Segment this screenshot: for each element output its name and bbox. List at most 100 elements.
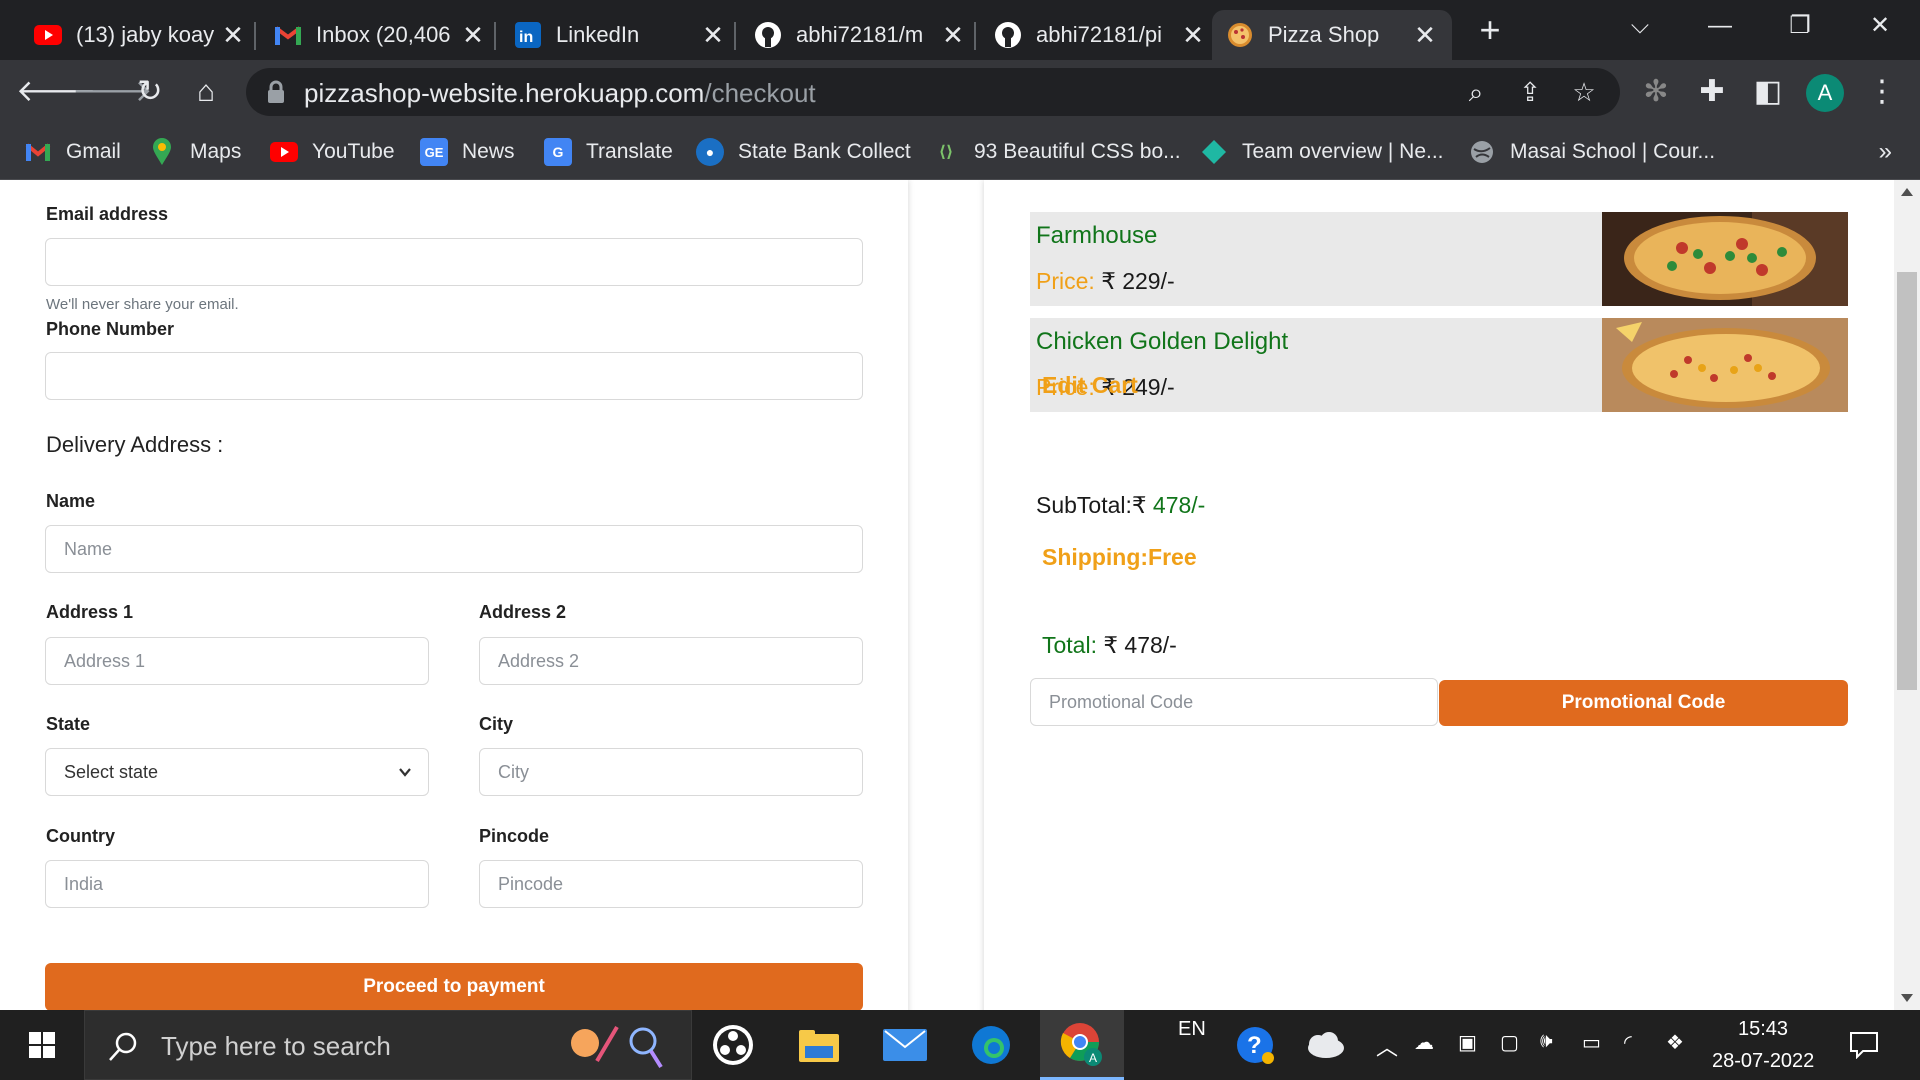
address1-field[interactable]: [45, 637, 429, 685]
mail-app-icon[interactable]: [870, 1010, 940, 1080]
dropbox-icon[interactable]: ❖: [1666, 1030, 1684, 1055]
language-indicator[interactable]: EN: [1178, 1018, 1206, 1041]
bookmark-translate[interactable]: G Translate: [544, 134, 673, 170]
total-row: Total: ₹ 478/-: [1042, 632, 1177, 659]
wifi-icon[interactable]: ◜: [1624, 1030, 1632, 1055]
promo-code-input[interactable]: [1030, 678, 1438, 726]
tab-gmail[interactable]: Inbox (20,406 ✕: [260, 10, 500, 60]
promo-code-button[interactable]: Promotional Code: [1439, 680, 1848, 726]
windows-taskbar: Type here to search A EN ? ︿ ☁ ▣ ▢ 🕪 ▭ ◜…: [0, 1010, 1920, 1080]
state-selected-value: Select state: [64, 761, 159, 782]
shipping-text: Shipping:Free: [1042, 544, 1197, 570]
maps-icon: [148, 138, 176, 166]
side-panel-icon[interactable]: ◧: [1746, 70, 1790, 114]
edge-browser-icon[interactable]: [956, 1010, 1026, 1080]
page-viewport: Email address We'll never share your ema…: [0, 180, 1920, 1010]
onedrive-tray-icon[interactable]: ☁: [1414, 1030, 1434, 1055]
tab-search-icon[interactable]: ⌵: [1610, 4, 1670, 48]
scrollbar-thumb[interactable]: [1897, 272, 1917, 690]
share-icon[interactable]: ⇪: [1510, 72, 1550, 112]
address-bar[interactable]: pizzashop-website.herokuapp.com/checkout…: [246, 68, 1620, 116]
tab-title: LinkedIn: [556, 22, 640, 47]
help-icon[interactable]: ?: [1230, 1010, 1280, 1080]
close-icon[interactable]: ✕: [940, 20, 966, 51]
chrome-taskbar-icon[interactable]: A: [1040, 1010, 1124, 1080]
bookmark-state-bank-collect[interactable]: ● State Bank Collect: [696, 134, 911, 170]
battery-icon[interactable]: ▭: [1582, 1030, 1601, 1055]
city-field[interactable]: [479, 748, 863, 796]
github-icon: [754, 21, 782, 49]
tray-overflow-chevron-icon[interactable]: ︿: [1376, 1030, 1398, 1062]
total-label: Total:: [1042, 632, 1097, 658]
profile-avatar[interactable]: A: [1806, 74, 1844, 112]
menu-kebab-icon[interactable]: ⋮: [1860, 70, 1904, 114]
windows-start-icon[interactable]: [0, 1010, 84, 1080]
github-icon: [994, 21, 1022, 49]
tab-title: Pizza Shop: [1268, 22, 1380, 47]
meet-now-icon[interactable]: ▣: [1458, 1030, 1477, 1055]
address1-label: Address 1: [46, 602, 134, 622]
pizza-icon: [1226, 21, 1254, 49]
close-icon[interactable]: ✕: [1412, 20, 1438, 51]
country-field[interactable]: [45, 860, 429, 908]
zoom-icon[interactable]: ⌕: [1456, 72, 1496, 112]
phone-field[interactable]: [45, 352, 863, 400]
proceed-to-payment-button[interactable]: Proceed to payment: [45, 963, 863, 1010]
bookmark-team-overview[interactable]: Team overview | Ne...: [1200, 134, 1444, 170]
globe-icon: [1468, 138, 1496, 166]
bookmark-label: News: [462, 140, 515, 163]
bookmark-gmail[interactable]: Gmail: [24, 134, 121, 170]
volume-icon[interactable]: 🕪: [1540, 1030, 1553, 1053]
scroll-up-arrow-icon[interactable]: [1901, 188, 1913, 196]
bookmarks-overflow-chevron-icon[interactable]: »: [1879, 138, 1892, 166]
minimize-button[interactable]: —: [1690, 4, 1750, 48]
file-explorer-icon[interactable]: [784, 1010, 854, 1080]
forward-button[interactable]: 🡒: [72, 70, 152, 114]
back-button[interactable]: 🡐: [16, 70, 96, 114]
close-window-button[interactable]: ✕: [1850, 4, 1910, 48]
taskbar-clock-time[interactable]: 15:43: [1738, 1018, 1788, 1041]
new-tab-button[interactable]: +: [1470, 10, 1510, 50]
close-icon[interactable]: ✕: [460, 20, 486, 51]
onedrive-cloud-icon[interactable]: [1296, 1010, 1352, 1080]
reload-button[interactable]: ↻: [128, 70, 172, 114]
tab-linkedin[interactable]: in LinkedIn ✕: [500, 10, 740, 60]
obs-app-icon[interactable]: [698, 1010, 768, 1080]
tab-github-2[interactable]: abhi72181/pi ✕: [980, 10, 1220, 60]
bookmark-star-icon[interactable]: ☆: [1564, 72, 1604, 112]
address2-field[interactable]: [479, 637, 863, 685]
restore-button[interactable]: ❐: [1770, 4, 1830, 48]
diamond-icon: [1200, 138, 1228, 166]
tab-title: Inbox (20,406: [316, 22, 451, 47]
edit-cart-link[interactable]: Edit Cart: [1042, 372, 1138, 399]
close-icon[interactable]: ✕: [700, 20, 726, 51]
bookmark-youtube[interactable]: YouTube: [270, 134, 395, 170]
extension-bug-icon[interactable]: ✻: [1634, 70, 1678, 114]
checkout-form-panel: Email address We'll never share your ema…: [0, 180, 908, 1010]
youtube-icon: [270, 138, 298, 166]
close-icon[interactable]: ✕: [1180, 20, 1206, 51]
display-icon[interactable]: ▢: [1500, 1030, 1519, 1055]
page-scrollbar[interactable]: [1894, 180, 1920, 1010]
close-icon[interactable]: ✕: [220, 20, 246, 51]
tab-youtube[interactable]: (13) jaby koay ✕: [20, 10, 260, 60]
bookmark-label: Team overview | Ne...: [1242, 140, 1444, 163]
bookmark-maps[interactable]: Maps: [148, 134, 241, 170]
pincode-field[interactable]: [479, 860, 863, 908]
tab-pizza-shop[interactable]: Pizza Shop ✕: [1212, 10, 1452, 60]
home-button[interactable]: ⌂: [184, 70, 228, 114]
bookmark-masai-school[interactable]: Masai School | Cour...: [1468, 134, 1715, 170]
extensions-puzzle-icon[interactable]: ✚: [1690, 70, 1734, 114]
state-select[interactable]: Select state: [45, 748, 429, 796]
email-field[interactable]: [45, 238, 863, 286]
taskbar-clock-date[interactable]: 28-07-2022: [1712, 1050, 1814, 1073]
name-field[interactable]: [45, 525, 863, 573]
taskbar-search-box[interactable]: Type here to search: [84, 1010, 692, 1080]
tab-github-1[interactable]: abhi72181/m ✕: [740, 10, 980, 60]
bookmark-css-borders[interactable]: ⟨⟩ 93 Beautiful CSS bo...: [932, 134, 1181, 170]
cart-item-chicken-golden-delight: Chicken Golden Delight Price: ₹ 249/-: [1030, 318, 1848, 412]
bookmark-news[interactable]: GE News: [420, 134, 515, 170]
url-path: /checkout: [704, 78, 816, 108]
notification-center-icon[interactable]: [1836, 1010, 1892, 1080]
scroll-down-arrow-icon[interactable]: [1901, 994, 1913, 1002]
